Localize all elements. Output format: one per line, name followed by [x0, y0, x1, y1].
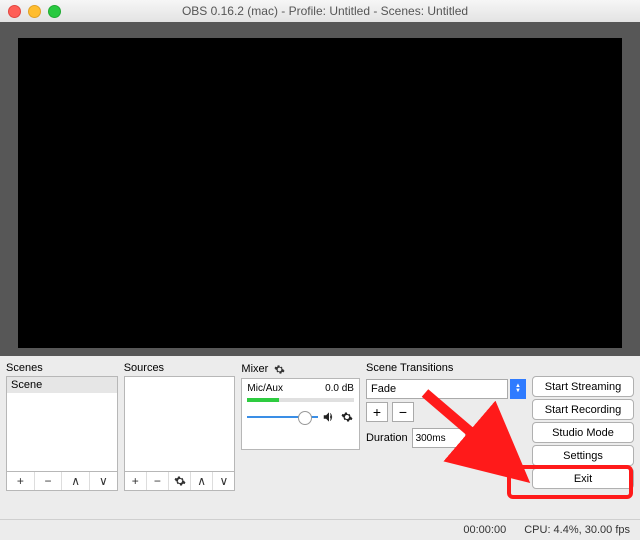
gear-icon[interactable]: [272, 362, 286, 376]
sources-controls: + − ∧ ∨: [124, 472, 236, 491]
app-window: OBS 0.16.2 (mac) - Profile: Untitled - S…: [0, 0, 640, 540]
scene-item[interactable]: Scene: [7, 377, 117, 393]
mixer-channel-name: Mic/Aux: [247, 383, 283, 394]
mixer-volume-slider[interactable]: [247, 416, 318, 418]
sources-panel: Sources + − ∧ ∨: [124, 362, 236, 491]
mixer-label-text: Mixer: [241, 363, 268, 375]
gear-icon[interactable]: [340, 410, 354, 424]
preview-frame: [0, 22, 640, 356]
mixer-channel-level: 0.0 dB: [325, 383, 354, 394]
transitions-label: Scene Transitions: [366, 362, 526, 374]
studio-mode-button[interactable]: Studio Mode: [532, 422, 634, 443]
mixer-box: Mic/Aux 0.0 dB: [241, 378, 360, 450]
gear-icon: [173, 474, 187, 488]
scenes-add-button[interactable]: +: [7, 472, 35, 490]
video-preview[interactable]: [18, 38, 622, 348]
dock-panels: Scenes Scene + − ∧ ∨ Sources + −: [0, 356, 640, 493]
sources-up-button[interactable]: ∧: [191, 472, 213, 490]
sources-list[interactable]: [124, 376, 236, 472]
scenes-controls: + − ∧ ∨: [6, 472, 118, 491]
exit-button[interactable]: Exit: [532, 468, 634, 489]
start-streaming-button[interactable]: Start Streaming: [532, 376, 634, 397]
scenes-up-button[interactable]: ∧: [62, 472, 90, 490]
sources-down-button[interactable]: ∨: [213, 472, 234, 490]
window-title: OBS 0.16.2 (mac) - Profile: Untitled - S…: [18, 4, 632, 18]
transition-add-button[interactable]: +: [366, 402, 388, 422]
duration-stepper[interactable]: ▴▾: [470, 427, 484, 449]
sources-remove-button[interactable]: −: [147, 472, 169, 490]
controls-column: Start Streaming Start Recording Studio M…: [532, 362, 634, 491]
duration-input[interactable]: 300ms: [412, 428, 466, 448]
right-column: Scene Transitions Fade ▲▼ + − Duration 3…: [366, 362, 634, 491]
sources-config-button[interactable]: [169, 472, 191, 490]
scenes-panel: Scenes Scene + − ∧ ∨: [6, 362, 118, 491]
duration-label: Duration: [366, 432, 408, 444]
mixer-slider-row: [247, 410, 354, 424]
scenes-down-button[interactable]: ∨: [90, 472, 117, 490]
duration-row: Duration 300ms ▴▾: [366, 427, 526, 449]
select-stepper-icon[interactable]: ▲▼: [510, 379, 526, 399]
status-time: 00:00:00: [463, 524, 506, 536]
sources-label: Sources: [124, 362, 236, 374]
settings-button[interactable]: Settings: [532, 445, 634, 466]
mixer-label: Mixer: [241, 362, 360, 376]
mixer-panel: Mixer Mic/Aux 0.0 dB: [241, 362, 360, 491]
titlebar: OBS 0.16.2 (mac) - Profile: Untitled - S…: [0, 0, 640, 23]
mixer-channel-head: Mic/Aux 0.0 dB: [247, 383, 354, 394]
transition-remove-button[interactable]: −: [392, 402, 414, 422]
transitions-panel: Scene Transitions Fade ▲▼ + − Duration 3…: [366, 362, 526, 491]
slider-thumb[interactable]: [298, 411, 312, 425]
status-bar: 00:00:00 CPU: 4.4%, 30.00 fps: [0, 519, 640, 540]
transition-add-remove: + −: [366, 402, 526, 422]
mixer-meter: [247, 398, 354, 402]
transition-select-row: Fade ▲▼: [366, 379, 526, 399]
transition-select[interactable]: Fade: [366, 379, 508, 399]
speaker-icon[interactable]: [322, 410, 336, 424]
scenes-list[interactable]: Scene: [6, 376, 118, 472]
scenes-remove-button[interactable]: −: [35, 472, 63, 490]
sources-add-button[interactable]: +: [125, 472, 147, 490]
scenes-label: Scenes: [6, 362, 118, 374]
status-cpu: CPU: 4.4%, 30.00 fps: [524, 524, 630, 536]
content-area: Scenes Scene + − ∧ ∨ Sources + −: [0, 22, 640, 540]
start-recording-button[interactable]: Start Recording: [532, 399, 634, 420]
